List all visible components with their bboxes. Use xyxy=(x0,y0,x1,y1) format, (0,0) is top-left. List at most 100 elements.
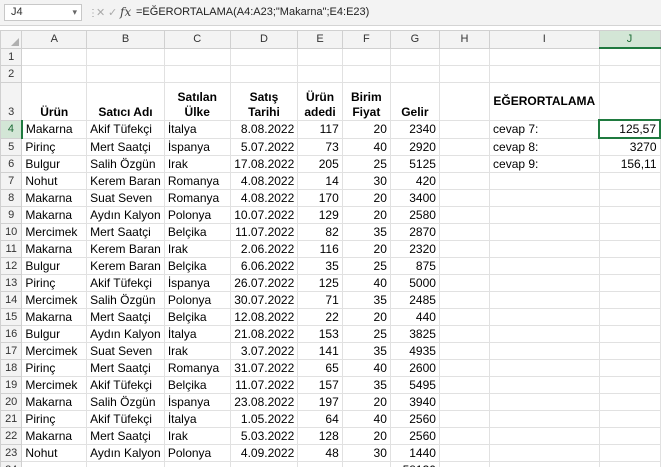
table-cell[interactable]: 2600 xyxy=(389,359,440,377)
cell[interactable] xyxy=(489,376,600,394)
cell[interactable] xyxy=(489,393,600,411)
table-cell[interactable]: 4935 xyxy=(389,342,440,360)
row-header-11[interactable]: 11 xyxy=(0,240,23,258)
table-cell[interactable]: 3825 xyxy=(389,325,440,343)
table-cell[interactable]: Nohut xyxy=(21,172,88,190)
row-header-13[interactable]: 13 xyxy=(0,274,23,292)
table-cell[interactable]: 5125 xyxy=(389,155,440,173)
table-cell[interactable]: 1.05.2022 xyxy=(229,410,299,428)
table-cell[interactable]: Irak xyxy=(163,155,231,173)
table-cell[interactable]: Pirinç xyxy=(21,137,88,156)
cell[interactable] xyxy=(438,189,491,207)
table-cell[interactable]: 2560 xyxy=(389,410,440,428)
cell[interactable] xyxy=(163,461,231,467)
cell[interactable] xyxy=(438,444,491,462)
table-cell[interactable]: 3.07.2022 xyxy=(229,342,299,360)
table-cell[interactable]: 20 xyxy=(341,119,391,139)
cell[interactable] xyxy=(438,223,491,241)
table-cell[interactable]: 40 xyxy=(341,274,391,292)
table-cell[interactable]: Mert Saatçi xyxy=(86,427,165,445)
table-cell[interactable]: Makarna xyxy=(21,119,88,139)
table-cell[interactable]: 73 xyxy=(297,137,343,156)
table-cell[interactable]: Romanya xyxy=(163,189,231,207)
column-header-a[interactable]: A xyxy=(21,30,88,49)
cell[interactable] xyxy=(598,410,661,428)
cell[interactable] xyxy=(438,257,491,275)
table-cell[interactable]: 3400 xyxy=(389,189,440,207)
name-box[interactable]: J4 ▾ xyxy=(4,4,82,21)
cell[interactable] xyxy=(438,274,491,292)
table-cell[interactable]: Aydın Kalyon xyxy=(86,206,165,224)
cell[interactable] xyxy=(598,274,661,292)
row-header-19[interactable]: 19 xyxy=(0,376,23,394)
column-header-e[interactable]: E xyxy=(297,30,343,49)
table-cell[interactable]: Makarna xyxy=(21,240,88,258)
row-header-23[interactable]: 23 xyxy=(0,444,23,462)
cell[interactable] xyxy=(489,427,600,445)
cell[interactable] xyxy=(489,325,600,343)
column-title[interactable]: Satıcı Adı xyxy=(86,81,165,121)
table-cell[interactable]: 35 xyxy=(341,342,391,360)
table-cell[interactable]: 11.07.2022 xyxy=(229,223,299,241)
table-cell[interactable]: Akif Tüfekçi xyxy=(86,410,165,428)
column-title[interactable]: Ürün xyxy=(21,81,88,121)
table-cell[interactable]: 4.08.2022 xyxy=(229,189,299,207)
table-cell[interactable]: 35 xyxy=(341,223,391,241)
confirm-icon[interactable]: ✓ xyxy=(108,6,117,19)
cell[interactable] xyxy=(229,47,299,66)
table-cell[interactable]: 21.08.2022 xyxy=(229,325,299,343)
table-cell[interactable]: Makarna xyxy=(21,189,88,207)
table-cell[interactable]: 4.08.2022 xyxy=(229,172,299,190)
table-cell[interactable]: 420 xyxy=(389,172,440,190)
table-cell[interactable]: 116 xyxy=(297,240,343,258)
cell[interactable] xyxy=(489,291,600,309)
table-cell[interactable]: 20 xyxy=(341,393,391,411)
row-header-8[interactable]: 8 xyxy=(0,189,23,207)
table-cell[interactable]: 2340 xyxy=(389,119,440,139)
column-header-f[interactable]: F xyxy=(341,30,391,49)
column-header-j[interactable]: J xyxy=(598,30,661,49)
table-cell[interactable]: Makarna xyxy=(21,427,88,445)
table-cell[interactable]: 82 xyxy=(297,223,343,241)
table-cell[interactable]: Nohut xyxy=(21,444,88,462)
row-header-10[interactable]: 10 xyxy=(0,223,23,241)
table-cell[interactable]: İtalya xyxy=(163,325,231,343)
cell[interactable] xyxy=(438,64,491,83)
table-cell[interactable]: 440 xyxy=(389,308,440,326)
table-cell[interactable]: 205 xyxy=(297,155,343,173)
table-cell[interactable]: 8.08.2022 xyxy=(229,119,299,139)
cell[interactable] xyxy=(86,64,165,83)
table-cell[interactable]: Pirinç xyxy=(21,274,88,292)
table-cell[interactable]: 22 xyxy=(297,308,343,326)
cell[interactable] xyxy=(389,47,440,66)
column-header-i[interactable]: I xyxy=(489,30,600,49)
cell[interactable] xyxy=(438,410,491,428)
table-cell[interactable]: 2.06.2022 xyxy=(229,240,299,258)
answer-value[interactable]: 125,57 xyxy=(598,119,661,139)
cancel-icon[interactable]: ✕ xyxy=(96,6,105,19)
cell[interactable] xyxy=(489,64,600,83)
cell[interactable] xyxy=(163,64,231,83)
table-cell[interactable]: İspanya xyxy=(163,274,231,292)
table-cell[interactable]: 30.07.2022 xyxy=(229,291,299,309)
table-cell[interactable]: Romanya xyxy=(163,359,231,377)
cell[interactable] xyxy=(598,342,661,360)
table-cell[interactable]: 141 xyxy=(297,342,343,360)
row-header-20[interactable]: 20 xyxy=(0,393,23,411)
table-cell[interactable]: Akif Tüfekçi xyxy=(86,119,165,139)
cell[interactable] xyxy=(438,308,491,326)
cell[interactable] xyxy=(163,47,231,66)
table-cell[interactable]: 157 xyxy=(297,376,343,394)
table-cell[interactable]: 71 xyxy=(297,291,343,309)
row-header-9[interactable]: 9 xyxy=(0,206,23,224)
cell[interactable] xyxy=(598,427,661,445)
cell[interactable] xyxy=(598,47,661,66)
cell[interactable] xyxy=(489,257,600,275)
table-cell[interactable]: 30 xyxy=(341,172,391,190)
cell[interactable] xyxy=(489,444,600,462)
table-cell[interactable]: Salih Özgün xyxy=(86,393,165,411)
table-cell[interactable]: Suat Seven xyxy=(86,189,165,207)
table-cell[interactable]: Mercimek xyxy=(21,376,88,394)
cell[interactable] xyxy=(598,393,661,411)
row-header-17[interactable]: 17 xyxy=(0,342,23,360)
